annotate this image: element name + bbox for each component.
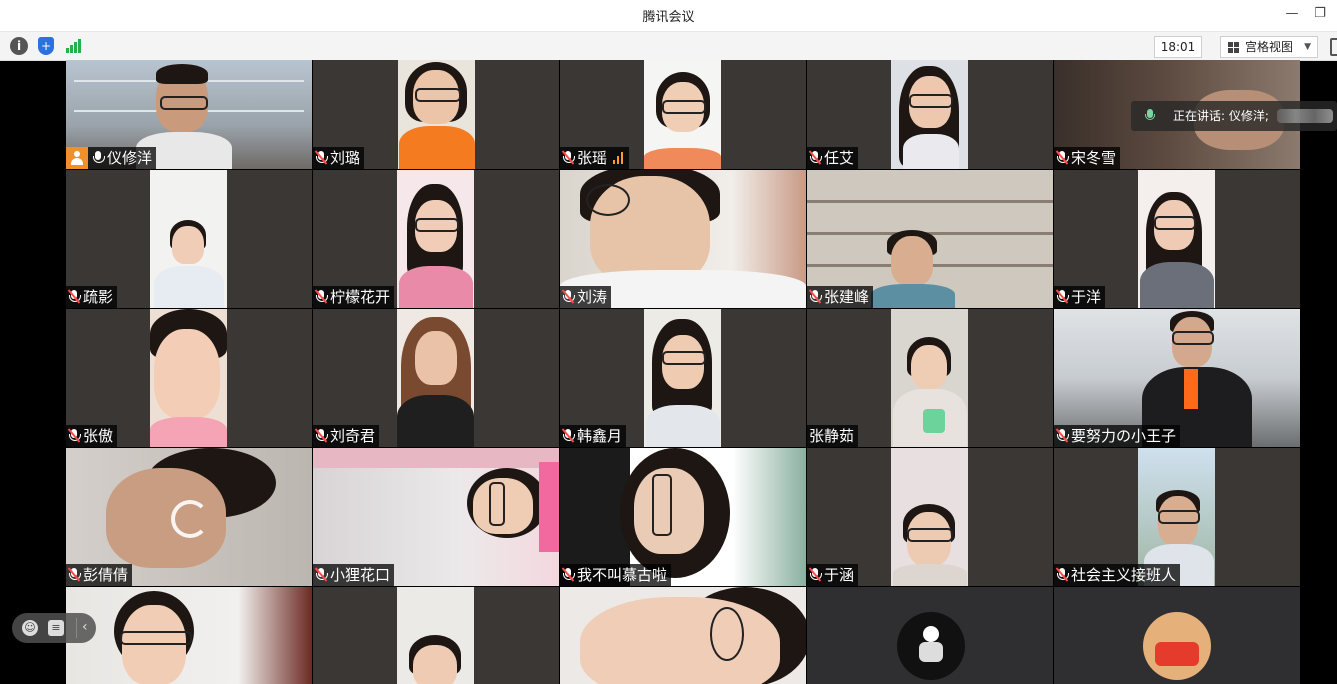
video-tile[interactable] bbox=[313, 587, 559, 684]
participant-name-label: 刘奇君 bbox=[313, 425, 380, 447]
video-tile[interactable]: 张建峰 bbox=[807, 170, 1053, 308]
microphone-muted-icon bbox=[314, 150, 328, 165]
video-tile[interactable]: 刘璐 bbox=[313, 60, 559, 169]
participant-name-label: 宋冬雪 bbox=[1054, 147, 1121, 169]
video-tile[interactable]: 于洋 bbox=[1054, 170, 1300, 308]
chat-pill: ☺ ≡ ‹ bbox=[12, 613, 96, 643]
microphone-muted-icon bbox=[1055, 567, 1069, 582]
participant-name-label: 于涵 bbox=[807, 564, 859, 586]
meeting-timer: 18:01 bbox=[1154, 36, 1202, 58]
video-tile[interactable] bbox=[1054, 587, 1300, 684]
meeting-toolbar: i + 18:01 宫格视图 ▼ bbox=[0, 32, 1337, 61]
emoji-icon[interactable]: ☺ bbox=[22, 620, 38, 636]
signal-bars-icon bbox=[613, 152, 625, 164]
participant-name-label: 于洋 bbox=[1054, 286, 1106, 308]
video-tile[interactable]: 张瑶 bbox=[560, 60, 806, 169]
video-tile[interactable] bbox=[807, 587, 1053, 684]
video-tile[interactable]: 仪修洋 bbox=[66, 60, 312, 169]
restore-button[interactable]: ❐ bbox=[1312, 6, 1328, 22]
video-tile[interactable]: 刘奇君 bbox=[313, 309, 559, 447]
participant-face bbox=[172, 226, 204, 264]
view-mode-label: 宫格视图 bbox=[1245, 40, 1294, 54]
loading-icon bbox=[171, 500, 209, 538]
comment-icon[interactable]: ≡ bbox=[48, 620, 64, 636]
minimize-button[interactable]: — bbox=[1284, 6, 1300, 22]
microphone-muted-icon bbox=[1055, 289, 1069, 304]
video-tile[interactable]: 疏影 bbox=[66, 170, 312, 308]
host-icon bbox=[66, 147, 88, 169]
shield-icon[interactable]: + bbox=[38, 37, 54, 55]
participant-name-label: 刘璐 bbox=[313, 147, 365, 169]
microphone-muted-icon bbox=[561, 150, 575, 165]
video-tile[interactable]: 社会主义接班人 bbox=[1054, 448, 1300, 586]
video-tile[interactable]: 张静茹 bbox=[807, 309, 1053, 447]
window-title: 腾讯会议 bbox=[642, 10, 695, 25]
video-tile[interactable]: 韩鑫月 bbox=[560, 309, 806, 447]
video-tile[interactable]: 彭倩倩 bbox=[66, 448, 312, 586]
title-bar: 腾讯会议 — ❐ bbox=[0, 0, 1337, 32]
microphone-muted-icon bbox=[1055, 150, 1069, 165]
video-tile[interactable] bbox=[560, 587, 806, 684]
video-tile[interactable]: 张傲 bbox=[66, 309, 312, 447]
participant-name-label: 要努力の小王子 bbox=[1054, 425, 1181, 447]
microphone-icon bbox=[1145, 109, 1155, 123]
microphone-muted-icon bbox=[808, 289, 822, 304]
microphone-muted-icon bbox=[808, 567, 822, 582]
participant-name-label: 张静茹 bbox=[807, 425, 859, 447]
participant-face bbox=[154, 329, 220, 419]
participant-face bbox=[415, 331, 457, 385]
participant-name-label: 彭倩倩 bbox=[66, 564, 133, 586]
microphone-muted-icon bbox=[67, 428, 81, 443]
microphone-muted-icon bbox=[808, 150, 822, 165]
video-tile[interactable]: 于涵 bbox=[807, 448, 1053, 586]
participant-avatar bbox=[897, 612, 965, 680]
blurred-avatar bbox=[1277, 109, 1333, 123]
participant-face bbox=[891, 236, 933, 286]
participant-name-label: 仪修洋 bbox=[66, 147, 157, 169]
participant-name-label: 柠檬花开 bbox=[313, 286, 395, 308]
participant-name-label: 我不叫慕古啦 bbox=[560, 564, 672, 586]
participant-name-label: 任艾 bbox=[807, 147, 859, 169]
microphone-muted-icon bbox=[314, 289, 328, 304]
fullscreen-icon[interactable] bbox=[1330, 38, 1337, 56]
microphone-muted-icon bbox=[561, 567, 575, 582]
participant-name-label: 小狸花口 bbox=[313, 564, 395, 586]
participant-name-label: 社会主义接班人 bbox=[1054, 564, 1181, 586]
video-grid: 仪修洋 刘璐 张瑶 任艾 宋冬雪 疏影 柠檬花开 刘涛 张建峰 于洋 张傲 刘奇… bbox=[66, 60, 1300, 684]
participant-name-label: 张瑶 bbox=[560, 147, 630, 169]
view-mode-dropdown[interactable]: 宫格视图 ▼ bbox=[1220, 36, 1318, 58]
microphone-muted-icon bbox=[314, 428, 328, 443]
microphone-muted-icon bbox=[314, 567, 328, 582]
video-tile[interactable]: 我不叫慕古啦 bbox=[560, 448, 806, 586]
video-tile[interactable]: 任艾 bbox=[807, 60, 1053, 169]
video-tile[interactable]: 小狸花口 bbox=[313, 448, 559, 586]
participant-face bbox=[413, 645, 457, 684]
microphone-muted-icon bbox=[1055, 428, 1069, 443]
network-signal-icon[interactable] bbox=[66, 39, 82, 53]
video-tile[interactable]: 要努力の小王子 bbox=[1054, 309, 1300, 447]
participant-name-label: 张傲 bbox=[66, 425, 118, 447]
microphone-muted-icon bbox=[67, 567, 81, 582]
participant-name-label: 张建峰 bbox=[807, 286, 874, 308]
speaking-label: 正在讲话: 仪修洋; bbox=[1173, 109, 1269, 123]
participant-face bbox=[911, 345, 947, 389]
participant-name-label: 韩鑫月 bbox=[560, 425, 627, 447]
microphone-muted-icon bbox=[67, 289, 81, 304]
microphone-icon bbox=[92, 151, 105, 165]
chevron-down-icon: ▼ bbox=[1304, 42, 1311, 52]
grid-view-icon bbox=[1228, 42, 1240, 54]
microphone-muted-icon bbox=[561, 428, 575, 443]
participant-face bbox=[580, 597, 780, 684]
microphone-muted-icon bbox=[561, 289, 575, 304]
video-tile[interactable]: 刘涛 bbox=[560, 170, 806, 308]
participant-name-label: 疏影 bbox=[66, 286, 118, 308]
participant-name-label: 刘涛 bbox=[560, 286, 612, 308]
video-tile[interactable] bbox=[66, 587, 312, 684]
collapse-icon[interactable]: ‹ bbox=[82, 619, 88, 635]
video-tile[interactable]: 柠檬花开 bbox=[313, 170, 559, 308]
speaking-indicator: 正在讲话: 仪修洋; bbox=[1131, 101, 1337, 131]
participant-avatar bbox=[1143, 612, 1211, 680]
info-icon[interactable]: i bbox=[10, 37, 28, 55]
